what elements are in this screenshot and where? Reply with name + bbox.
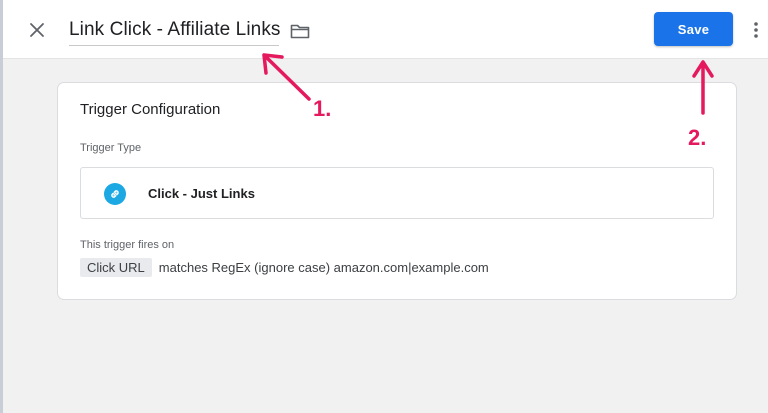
annotation-arrow-2: [692, 60, 714, 115]
annotation-arrows: [262, 53, 714, 115]
annotation-step-2: 2.: [688, 125, 707, 150]
annotation-step-1: 1.: [313, 96, 332, 121]
annotation-arrow-1: [262, 53, 311, 101]
